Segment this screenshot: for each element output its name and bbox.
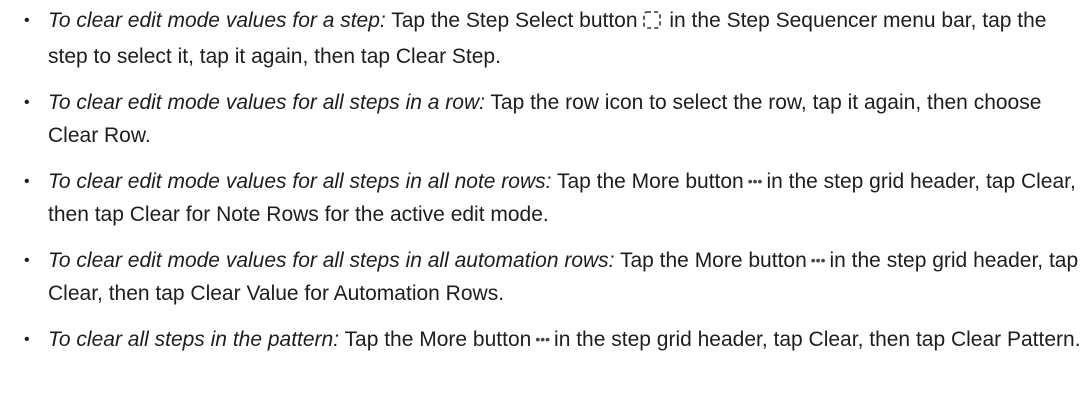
list-item: • To clear edit mode values for all step… <box>12 86 1089 152</box>
list-item: • To clear edit mode values for a step: … <box>12 4 1089 73</box>
list-item: • To clear edit mode values for all step… <box>12 244 1089 310</box>
bullet: • <box>24 252 30 269</box>
bullet: • <box>24 12 30 29</box>
bullet: • <box>24 94 30 111</box>
document: • To clear edit mode values for a step: … <box>0 4 1089 356</box>
item-text: Tap the More button <box>614 249 807 272</box>
item-text: Tap the Step Select button <box>385 9 638 32</box>
item-lead: To clear edit mode values for all steps … <box>48 170 552 193</box>
bullet: • <box>24 331 30 348</box>
item-lead: To clear edit mode values for a step: <box>48 9 386 32</box>
step-select-icon <box>642 7 662 40</box>
item-text: in the step grid header, tap Clear, then… <box>554 328 1081 351</box>
bullet-list: • To clear edit mode values for a step: … <box>12 4 1089 356</box>
more-icon: ••• <box>747 173 763 189</box>
more-icon: ••• <box>810 252 826 268</box>
more-icon: ••• <box>535 331 551 347</box>
item-lead: To clear all steps in the pattern: <box>48 328 340 351</box>
item-text: Tap the More button <box>339 328 532 351</box>
item-lead: To clear edit mode values for all steps … <box>48 91 485 114</box>
list-item: • To clear edit mode values for all step… <box>12 165 1089 231</box>
bullet: • <box>24 173 30 190</box>
item-lead: To clear edit mode values for all steps … <box>48 249 615 272</box>
item-text: Tap the More button <box>551 170 744 193</box>
list-item: • To clear all steps in the pattern: Tap… <box>12 323 1089 356</box>
